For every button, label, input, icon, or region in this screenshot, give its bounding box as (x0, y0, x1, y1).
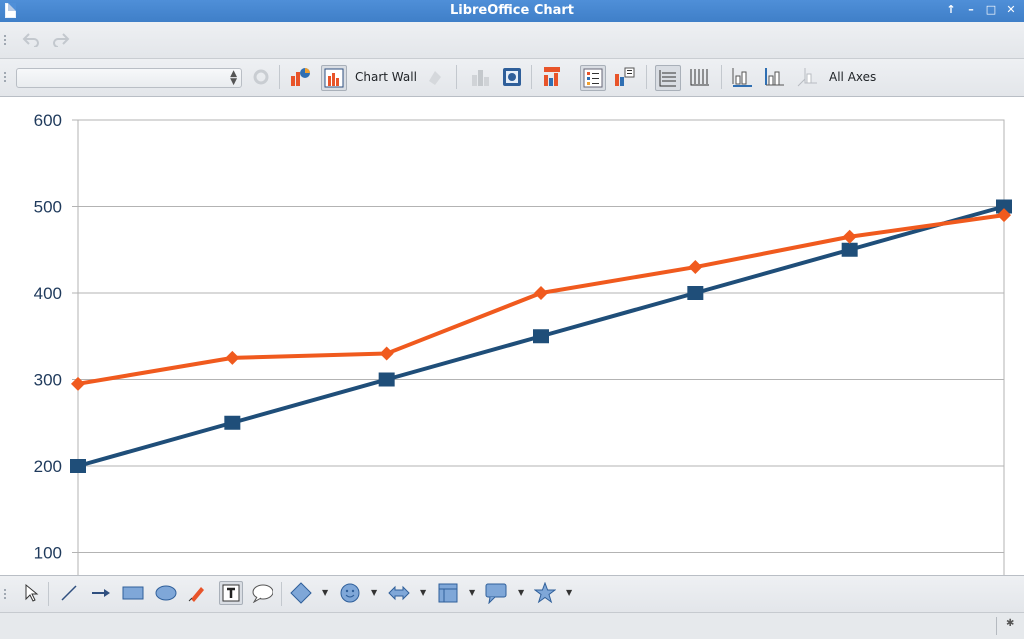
arrow-line-icon[interactable] (90, 582, 112, 604)
chart-wall (77, 119, 1005, 575)
text-icon[interactable] (219, 581, 243, 605)
select-icon[interactable] (20, 582, 42, 604)
window-controls: ↑ – □ ✕ (944, 2, 1018, 18)
titles-icon[interactable] (541, 66, 563, 88)
y-tick-label: 100 (34, 544, 62, 563)
flowchart-dropdown-icon[interactable]: ▼ (469, 588, 475, 597)
x-axis-icon[interactable] (731, 66, 753, 88)
series-1-point (687, 286, 704, 300)
symbol-shapes-dropdown-icon[interactable]: ▼ (371, 588, 377, 597)
series-1-point (378, 372, 395, 387)
toolbar-separator (721, 65, 722, 89)
legend-icon[interactable] (580, 65, 606, 91)
block-arrows-icon[interactable] (388, 582, 410, 604)
stars-icon[interactable] (534, 582, 556, 604)
ellipse-icon[interactable] (155, 582, 177, 604)
toolbar-grip[interactable] (3, 34, 7, 46)
y-axis-icon[interactable] (763, 66, 785, 88)
chart-area[interactable]: 100 200 300 400 500 600 (0, 97, 1024, 575)
toolbar-separator (646, 65, 647, 89)
undo-icon[interactable] (20, 28, 42, 50)
title-bar: LibreOffice Chart ↑ – □ ✕ (0, 0, 1024, 22)
toolbar-separator (456, 65, 457, 89)
toolbar-separator (531, 65, 532, 89)
y-tick-label: 400 (34, 284, 62, 303)
block-arrows-dropdown-icon[interactable]: ▼ (420, 588, 426, 597)
horizontal-grid-icon[interactable] (655, 65, 681, 91)
basic-shapes-dropdown-icon[interactable]: ▼ (322, 588, 328, 597)
callout-icon[interactable] (251, 582, 273, 604)
series-1-point (70, 459, 86, 473)
chart-element-select[interactable]: ▲ ▼ (16, 68, 242, 88)
toolbar-grip[interactable] (3, 71, 7, 83)
data-ranges-icon[interactable] (501, 66, 523, 88)
close-icon[interactable]: ✕ (1004, 2, 1018, 18)
flowchart-icon[interactable] (437, 582, 459, 604)
line-chart[interactable]: 100 200 300 400 500 600 (0, 97, 1024, 575)
stars-dropdown-icon[interactable]: ▼ (566, 588, 572, 597)
status-separator (996, 617, 997, 635)
series-1-point (533, 329, 549, 344)
chart-wall-icon[interactable] (321, 65, 347, 91)
z-axis-icon[interactable] (796, 66, 818, 88)
toolbar-grip[interactable] (3, 588, 7, 600)
redo-icon[interactable] (50, 28, 72, 50)
toolbar-separator (279, 65, 280, 89)
symbol-shapes-icon[interactable] (339, 582, 361, 604)
vertical-grid-icon[interactable] (689, 66, 711, 88)
status-bar: ✱ (0, 612, 1024, 639)
series-1-point (841, 242, 858, 257)
keep-above-icon[interactable]: ↑ (944, 2, 958, 18)
freeform-icon[interactable] (186, 582, 208, 604)
minimize-icon[interactable]: – (964, 2, 978, 18)
3d-view-icon[interactable] (424, 66, 446, 88)
y-tick-label: 600 (34, 111, 62, 130)
y-tick-label: 300 (34, 371, 62, 390)
spin-arrows-icon[interactable]: ▲ ▼ (230, 70, 237, 87)
y-tick-label: 200 (34, 457, 62, 476)
series-1-point (224, 415, 241, 430)
window-title: LibreOffice Chart (449, 3, 575, 18)
chart-type-icon[interactable] (289, 66, 311, 88)
callouts-dropdown-icon[interactable]: ▼ (518, 588, 524, 597)
drawing-toolbar (0, 575, 1024, 612)
standard-toolbar (0, 22, 1024, 59)
format-selection-icon[interactable] (250, 66, 272, 88)
data-table-icon[interactable] (469, 66, 491, 88)
chart-wall-label[interactable]: Chart Wall (355, 70, 417, 84)
all-axes-label[interactable]: All Axes (829, 70, 876, 84)
line-icon[interactable] (58, 582, 80, 604)
y-tick-label: 500 (34, 198, 62, 217)
toolbar-separator (48, 582, 49, 606)
callouts-icon[interactable] (485, 582, 507, 604)
legend-position-icon[interactable] (613, 66, 635, 88)
maximize-icon[interactable]: □ (984, 2, 998, 18)
toolbar-separator (281, 582, 282, 606)
rectangle-icon[interactable] (122, 582, 144, 604)
basic-shapes-icon[interactable] (290, 582, 312, 604)
modified-indicator-icon: ✱ (1006, 618, 1015, 629)
